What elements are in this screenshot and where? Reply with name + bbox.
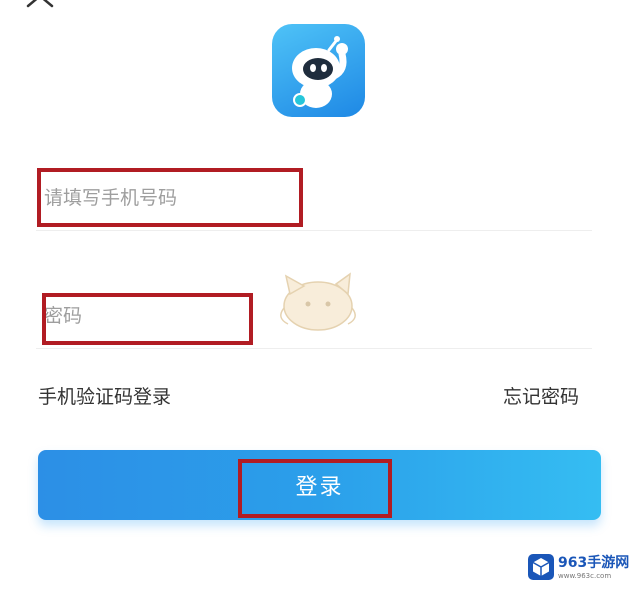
cube-logo-icon bbox=[528, 554, 554, 580]
robot-app-icon bbox=[292, 36, 348, 108]
watermark-title: 963手游网 bbox=[558, 555, 630, 571]
phone-input[interactable] bbox=[44, 180, 444, 216]
phone-field bbox=[36, 166, 592, 231]
close-icon bbox=[26, 0, 54, 8]
app-logo bbox=[272, 24, 365, 117]
password-input[interactable] bbox=[44, 298, 444, 334]
close-button[interactable] bbox=[22, 0, 58, 12]
forgot-password-link[interactable]: 忘记密码 bbox=[503, 382, 579, 409]
cat-mascot-icon bbox=[280, 272, 356, 331]
sms-login-link[interactable]: 手机验证码登录 bbox=[38, 382, 171, 409]
watermark-url: www.963c.com bbox=[558, 572, 612, 580]
mascot-float[interactable] bbox=[276, 268, 360, 336]
login-button[interactable]: 登录 bbox=[38, 450, 601, 520]
watermark: 963手游网 www.963c.com bbox=[520, 548, 630, 586]
